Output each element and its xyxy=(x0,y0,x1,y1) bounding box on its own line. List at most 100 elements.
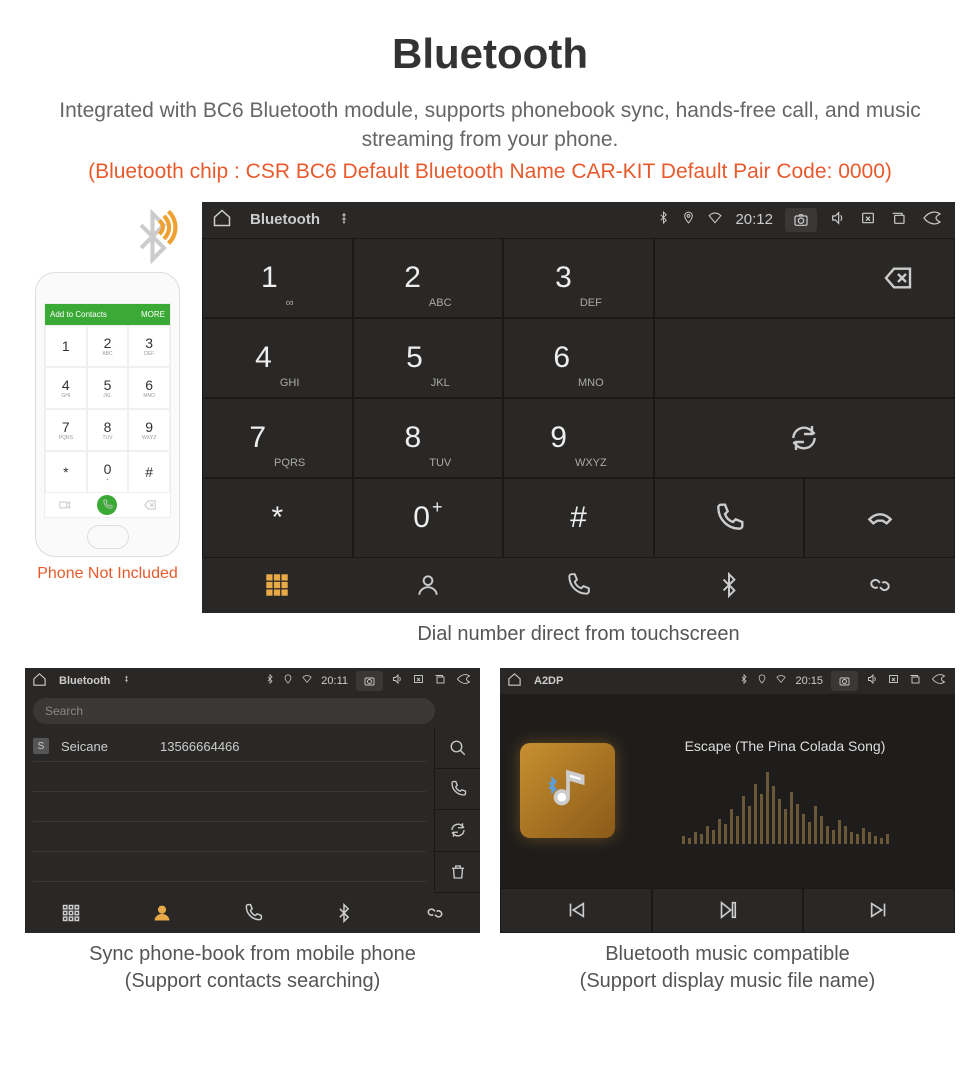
side-sync-button[interactable] xyxy=(434,810,480,851)
bluetooth-signal-icon xyxy=(25,202,190,272)
side-delete-button[interactable] xyxy=(434,852,480,893)
app-label: Bluetooth xyxy=(250,211,320,228)
empty-row xyxy=(33,792,426,822)
phone-key-4: 4GHI xyxy=(45,367,87,409)
phone-key-3: 3DEF xyxy=(128,325,170,367)
phone-key-5: 5JKL xyxy=(87,367,129,409)
dial-key-0[interactable]: 0+ xyxy=(353,478,504,558)
dial-key-4[interactable]: 4GHI xyxy=(202,318,353,398)
contact-name: Seicane xyxy=(61,739,108,754)
recent-apps-icon[interactable] xyxy=(889,210,907,230)
screenshot-icon[interactable] xyxy=(356,671,383,691)
side-search-button[interactable] xyxy=(434,728,480,769)
empty-row xyxy=(33,762,426,792)
nav-bluetooth[interactable] xyxy=(298,893,389,933)
screenshot-icon[interactable] xyxy=(831,671,858,691)
bluetooth-info: (Bluetooth chip : CSR BC6 Default Blueto… xyxy=(25,160,955,184)
nav-keypad[interactable] xyxy=(25,893,116,933)
music-caption: Bluetooth music compatible (Support disp… xyxy=(500,941,955,995)
dialer-caption: Dial number direct from touchscreen xyxy=(202,621,955,648)
location-icon xyxy=(283,673,293,688)
back-icon[interactable] xyxy=(454,673,473,688)
play-pause-button[interactable] xyxy=(652,888,804,933)
phone-key-8: 8TUV xyxy=(87,409,129,451)
backspace-icon xyxy=(143,498,157,512)
prev-track-button[interactable] xyxy=(500,888,652,933)
visualizer xyxy=(635,764,935,844)
clock-time: 20:11 xyxy=(321,675,348,687)
phone-key-*: * xyxy=(45,451,87,493)
contact-row[interactable]: S Seicane 13566664466 xyxy=(33,732,426,762)
recent-apps-icon[interactable] xyxy=(908,673,921,688)
video-call-icon xyxy=(58,498,72,512)
empty-key xyxy=(654,318,955,398)
dial-key-1[interactable]: 1∞ xyxy=(202,238,353,318)
phone-mockup-column: Add to Contacts MORE 12ABC3DEF 4GHI5JKL6M… xyxy=(25,202,190,648)
nav-contacts[interactable] xyxy=(116,893,207,933)
nav-pair[interactable] xyxy=(389,893,480,933)
dial-key-3[interactable]: 3DEF xyxy=(503,238,654,318)
dial-key-*[interactable]: * xyxy=(202,478,353,558)
call-button[interactable] xyxy=(654,478,805,558)
dial-key-#[interactable]: # xyxy=(503,478,654,558)
bluetooth-icon xyxy=(657,210,670,229)
nav-call-log[interactable] xyxy=(503,558,654,613)
screenshot-icon[interactable] xyxy=(785,208,817,232)
phone-key-1: 1 xyxy=(45,325,87,367)
usb-icon xyxy=(338,211,350,229)
backspace-key[interactable] xyxy=(654,238,955,318)
phonebook-unit: Bluetooth 20:11 Search xyxy=(25,668,480,933)
page-title: Bluetooth xyxy=(25,30,955,78)
phone-key-9: 9WXYZ xyxy=(128,409,170,451)
back-icon[interactable] xyxy=(919,210,945,230)
location-icon xyxy=(682,210,695,229)
home-icon[interactable] xyxy=(507,672,522,690)
dial-key-5[interactable]: 5JKL xyxy=(353,318,504,398)
clock-time: 20:12 xyxy=(735,211,773,228)
recent-apps-icon[interactable] xyxy=(433,673,446,688)
side-call-button[interactable] xyxy=(434,769,480,810)
phone-header-more: MORE xyxy=(141,310,165,319)
clock-time: 20:15 xyxy=(795,675,823,687)
nav-keypad[interactable] xyxy=(202,558,353,613)
volume-icon[interactable] xyxy=(391,673,404,688)
album-art xyxy=(520,743,615,838)
app-label: A2DP xyxy=(534,675,563,687)
dial-key-8[interactable]: 8TUV xyxy=(353,398,504,478)
search-input[interactable]: Search xyxy=(33,698,435,724)
close-app-icon[interactable] xyxy=(887,673,900,688)
dial-key-9[interactable]: 9WXYZ xyxy=(503,398,654,478)
phone-caption: Phone Not Included xyxy=(37,565,178,583)
phonebook-caption: Sync phone-book from mobile phone (Suppo… xyxy=(25,941,480,995)
nav-bluetooth[interactable] xyxy=(654,558,805,613)
hangup-button[interactable] xyxy=(804,478,955,558)
dialer-head-unit: Bluetooth 20:12 1∞2ABC3DEF 4GHI5JKL6MNO 7P… xyxy=(202,202,955,613)
volume-icon[interactable] xyxy=(829,210,847,230)
page-subtitle: Integrated with BC6 Bluetooth module, su… xyxy=(25,96,955,155)
back-icon[interactable] xyxy=(929,673,948,688)
nav-pair[interactable] xyxy=(804,558,955,613)
phone-header-label: Add to Contacts xyxy=(50,310,107,319)
redial-key[interactable] xyxy=(654,398,955,478)
song-title: Escape (The Pina Colada Song) xyxy=(635,738,935,754)
nav-call-log[interactable] xyxy=(207,893,298,933)
wifi-icon xyxy=(301,674,313,687)
empty-row xyxy=(33,822,426,852)
phone-key-2: 2ABC xyxy=(87,325,129,367)
next-track-button[interactable] xyxy=(803,888,955,933)
home-icon[interactable] xyxy=(212,208,232,232)
dial-key-7[interactable]: 7PQRS xyxy=(202,398,353,478)
app-label: Bluetooth xyxy=(59,675,110,687)
phone-call-button xyxy=(97,495,117,515)
close-app-icon[interactable] xyxy=(412,673,425,688)
close-app-icon[interactable] xyxy=(859,210,877,230)
volume-icon[interactable] xyxy=(866,673,879,688)
nav-contacts[interactable] xyxy=(353,558,504,613)
wifi-icon xyxy=(707,211,723,229)
home-icon[interactable] xyxy=(32,672,47,690)
dial-key-2[interactable]: 2ABC xyxy=(353,238,504,318)
phone-key-7: 7PQRS xyxy=(45,409,87,451)
location-icon xyxy=(757,673,767,688)
phone-key-6: 6MNO xyxy=(128,367,170,409)
dial-key-6[interactable]: 6MNO xyxy=(503,318,654,398)
